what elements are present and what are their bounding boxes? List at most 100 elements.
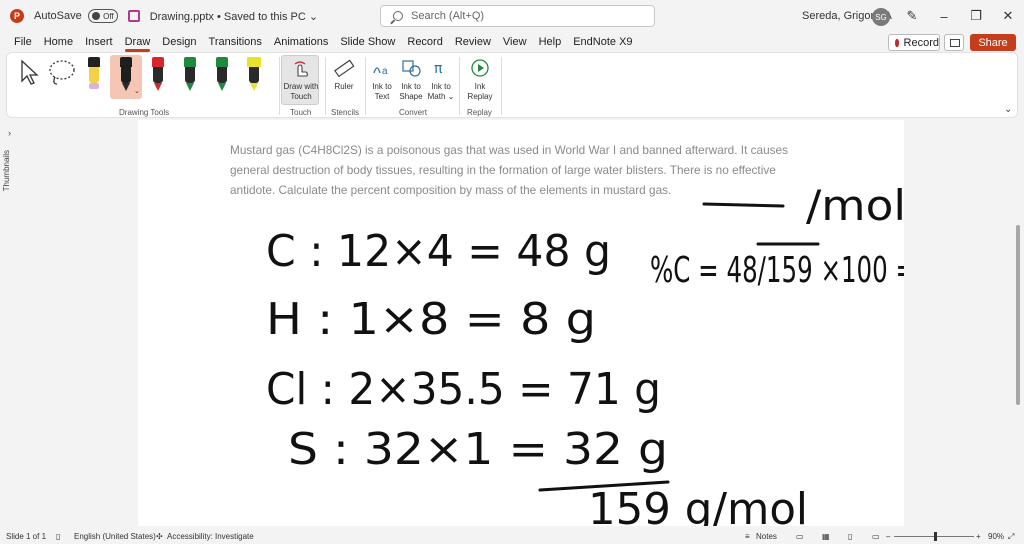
pen-green-2[interactable] — [215, 57, 229, 93]
svg-text:a: a — [382, 66, 388, 77]
close-icon[interactable]: ✕ — [1000, 8, 1016, 24]
highlighter-yellow[interactable] — [247, 57, 261, 93]
draw-ribbon: ⌄ Drawing Tools Draw with Touch Touch Ru… — [6, 52, 1018, 118]
search-icon — [393, 11, 403, 21]
thumbnails-label[interactable]: Thumbnails — [2, 150, 11, 191]
pen-black-selected[interactable]: ⌄ — [110, 55, 142, 99]
notes-button[interactable]: Notes — [756, 532, 777, 541]
notes-icon: ≡ — [745, 532, 750, 541]
ink-line-hydrogen: H : 1×8 = 8 g — [266, 294, 596, 345]
ink-line-chlorine: Cl : 2×35.5 = 71 g — [266, 364, 661, 415]
ink-per-mol: /mol — [806, 181, 904, 230]
svg-text:π: π — [434, 61, 443, 77]
spelling-icon[interactable]: ▯ — [56, 532, 60, 541]
normal-view-icon[interactable]: ▭ — [796, 532, 804, 541]
pen-settings-icon[interactable]: ✎ — [904, 8, 920, 24]
restore-icon[interactable]: ❐ — [968, 8, 984, 24]
slide-sorter-icon[interactable]: ▦ — [822, 532, 830, 541]
ink-to-math-button[interactable]: π Ink to Math ⌄ — [427, 57, 455, 102]
accessibility-icon: ✣ — [156, 532, 163, 541]
select-cursor-icon[interactable] — [19, 59, 41, 85]
touch-draw-icon — [294, 61, 308, 77]
ribbon-tabs: File Home Insert Draw Design Transitions… — [0, 32, 1024, 52]
tab-record[interactable]: Record — [401, 32, 448, 52]
ink-top-line — [702, 202, 785, 208]
group-convert-label: Convert — [399, 108, 428, 117]
ink-line-sulfur: S : 32×1 = 32 g — [288, 424, 668, 475]
handwritten-ink-layer[interactable]: C : 12×4 = 48 g H : 1×8 = 8 g Cl : 2×35.… — [138, 120, 904, 526]
document-title[interactable]: Drawing.pptx • Saved to this PC ⌄ — [150, 10, 318, 23]
ink-to-text-label: Ink to Text — [372, 82, 392, 101]
tab-animations[interactable]: Animations — [268, 32, 334, 52]
pen-options-chevron-icon[interactable]: ⌄ — [134, 87, 140, 95]
tab-insert[interactable]: Insert — [79, 32, 119, 52]
record-button[interactable]: Record — [888, 34, 940, 51]
record-dot-icon — [895, 38, 899, 47]
tab-file[interactable]: File — [8, 32, 38, 52]
expand-thumbnails-icon[interactable]: › — [8, 128, 11, 138]
comments-button[interactable] — [944, 34, 964, 51]
scrollbar-thumb[interactable] — [1016, 225, 1020, 405]
autosave-state: Off — [103, 11, 114, 21]
ink-replay-icon — [471, 59, 489, 77]
ink-to-shape-icon — [402, 60, 421, 77]
fit-slide-icon[interactable]: ⤢ — [1008, 532, 1014, 542]
zoom-in-icon[interactable]: + — [976, 532, 981, 541]
reading-view-icon[interactable]: ▯ — [848, 532, 852, 541]
avatar[interactable]: SG — [872, 8, 890, 26]
lasso-select-icon[interactable] — [47, 59, 77, 87]
zoom-out-icon[interactable]: – — [886, 532, 890, 541]
tab-help[interactable]: Help — [533, 32, 568, 52]
vertical-scrollbar[interactable] — [1014, 120, 1022, 526]
tab-review[interactable]: Review — [449, 32, 497, 52]
tab-design[interactable]: Design — [156, 32, 202, 52]
ink-to-shape-label: Ink to Shape — [399, 82, 423, 101]
slide-canvas[interactable]: Mustard gas (C4H8Cl2S) is a poisonous ga… — [138, 120, 904, 526]
search-placeholder: Search (Alt+Q) — [411, 10, 485, 22]
ruler-label: Ruler — [334, 82, 354, 91]
record-label: Record — [903, 36, 939, 49]
group-stencils-label: Stencils — [331, 108, 360, 117]
tab-slide-show[interactable]: Slide Show — [334, 32, 401, 52]
minimize-icon[interactable]: – — [936, 8, 952, 24]
ink-line-carbon: C : 12×4 = 48 g — [266, 226, 611, 277]
pen-green[interactable] — [183, 57, 197, 93]
ink-to-shape-button[interactable]: Ink to Shape — [397, 57, 425, 102]
autosave-label: AutoSave — [34, 10, 82, 22]
draw-with-touch-label: Draw with Touch — [283, 82, 319, 101]
slide-info: Slide 1 of 1 — [6, 532, 47, 541]
ruler-icon — [334, 59, 355, 78]
tab-endnote[interactable]: EndNote X9 — [567, 32, 638, 52]
ink-percent-carbon: %C = 48/159 ×100 = 30 — [650, 250, 904, 291]
ink-replay-label: Ink Replay — [467, 82, 493, 101]
powerpoint-logo-icon: P — [10, 9, 24, 23]
group-drawing-tools-label: Drawing Tools — [119, 108, 170, 117]
zoom-slider-thumb[interactable] — [934, 532, 937, 541]
draw-with-touch-button[interactable]: Draw with Touch — [281, 55, 319, 105]
search-input[interactable]: Search (Alt+Q) — [380, 5, 655, 27]
language[interactable]: English (United States) — [74, 532, 156, 541]
ink-replay-button[interactable]: Ink Replay — [465, 57, 495, 102]
tab-view[interactable]: View — [497, 32, 533, 52]
pen-lavender[interactable] — [87, 57, 101, 93]
tab-draw[interactable]: Draw — [119, 32, 157, 52]
pen-red[interactable] — [151, 57, 165, 93]
status-bar: Slide 1 of 1 ▯ English (United States) ✣… — [0, 528, 1024, 544]
group-replay-label: Replay — [467, 108, 492, 117]
thumbnails-pane: › Thumbnails — [0, 120, 22, 530]
save-icon[interactable] — [127, 10, 140, 22]
ruler-button[interactable]: Ruler — [329, 57, 359, 92]
ink-to-text-button[interactable]: a Ink to Text — [369, 57, 395, 102]
tab-transitions[interactable]: Transitions — [203, 32, 268, 52]
share-button[interactable]: Share — [970, 34, 1016, 51]
accessibility-status[interactable]: Accessibility: Investigate — [167, 532, 254, 541]
group-touch-label: Touch — [290, 108, 312, 117]
ink-total-molar-mass: 159 g/mol — [588, 484, 808, 526]
slideshow-icon[interactable]: ▭ — [872, 532, 880, 541]
ink-to-math-label: Ink to Math ⌄ — [427, 82, 455, 101]
collapse-ribbon-chevron-icon[interactable]: ⌄ — [1004, 104, 1012, 115]
autosave-toggle[interactable]: Off — [87, 9, 118, 23]
ink-to-text-icon: a — [373, 66, 388, 77]
tab-home[interactable]: Home — [38, 32, 79, 52]
zoom-level[interactable]: 90% — [988, 532, 1004, 541]
